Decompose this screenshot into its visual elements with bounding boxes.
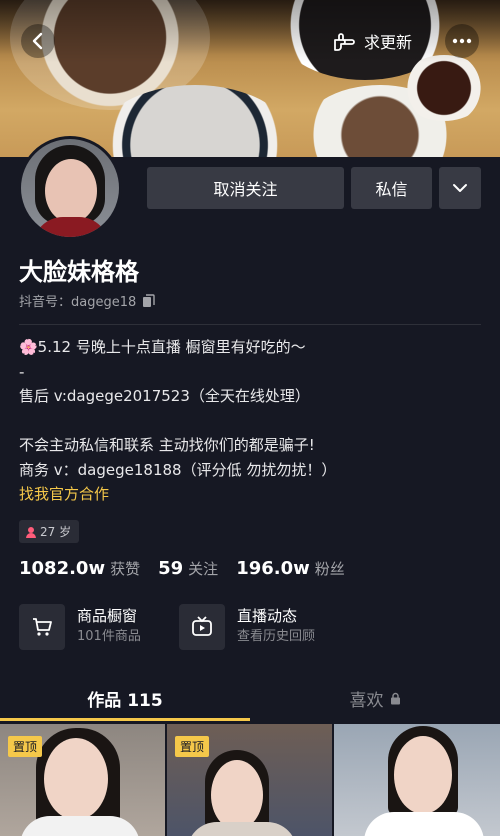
bio-line [19,409,489,434]
tab-likes-label: 喜欢 [349,690,384,711]
bio: 🌸5.12 号晚上十点直播 橱窗里有好吃的～ - 售后 v:dagege2017… [19,335,489,507]
back-arrow-icon [32,32,43,50]
pinned-badge: 置顶 [175,736,210,757]
profile-name: 大脸妹格格 [19,258,139,286]
bio-line: 商务 v：dagege18188（评分低 勿扰勿扰！） [19,460,337,479]
tv-play-icon [179,604,225,650]
request-update-label: 求更新 [364,33,413,52]
chevron-down-icon [453,184,467,192]
following-label: 关注 [188,560,219,578]
video-thumbnail[interactable] [334,724,500,836]
official-cooperation-link[interactable]: 找我官方合作 [19,482,489,507]
more-dots-icon [452,38,472,44]
female-icon [26,526,36,538]
copy-icon[interactable] [142,293,155,308]
divider [19,324,481,325]
product-window-title: 商品橱窗 [77,607,138,625]
likes-stat[interactable]: 1082.0w 获赞 [19,558,140,579]
video-thumbnail[interactable]: 置顶 [0,724,165,836]
bio-line: 售后 v:dagege2017523（全天在线处理） [19,387,310,405]
product-window-entry[interactable]: 商品橱窗 101件商品 [19,604,141,650]
avatar[interactable] [18,136,122,240]
bio-line: 🌸5.12 号晚上十点直播 橱窗里有好吃的～ [19,338,306,356]
bio-line: - [19,362,25,381]
douyin-id-text: 抖音号：dagege18 [19,295,137,310]
live-activity-title: 直播动态 [237,607,298,625]
cover-image [0,0,500,157]
video-thumbnail[interactable]: 置顶 [167,724,332,836]
likes-label: 获赞 [110,560,141,578]
tab-indicator [0,718,250,721]
bio-line: 不会主动私信和联系 主动找你们的都是骗子! [19,436,315,454]
stats-row: 1082.0w 获赞 59 关注 196.0w 粉丝 [19,558,345,579]
followers-label: 粉丝 [314,560,345,578]
poke-hand-icon [334,33,355,51]
live-activity-entry[interactable]: 直播动态 查看历史回顾 [179,604,315,650]
likes-count: 1082.0w [19,558,106,579]
tab-likes[interactable]: 喜欢 [250,674,500,722]
following-stat[interactable]: 59 关注 [158,558,218,579]
age-tag: 27 岁 [19,520,80,543]
followers-stat[interactable]: 196.0w 粉丝 [236,558,345,579]
live-activity-subtitle: 查看历史回顾 [237,629,316,644]
profile-tabs: 作品 115 喜欢 [0,674,500,722]
pinned-badge: 置顶 [8,736,43,757]
lock-icon [390,692,400,704]
request-update-button[interactable]: 求更新 [320,24,424,58]
expand-button[interactable] [439,167,481,209]
age-tag-label: 27 岁 [40,525,72,539]
product-window-subtitle: 101件商品 [77,629,141,644]
douyin-id[interactable]: 抖音号：dagege18 [19,291,155,310]
following-count: 59 [158,558,184,579]
followers-count: 196.0w [236,558,310,579]
tab-works[interactable]: 作品 115 [0,674,250,722]
message-button[interactable]: 私信 [351,167,432,209]
unfollow-button[interactable]: 取消关注 [147,167,344,209]
back-button[interactable] [21,24,55,58]
video-grid: 置顶 置顶 [0,722,500,836]
more-button[interactable] [445,24,479,58]
cart-icon [19,604,65,650]
